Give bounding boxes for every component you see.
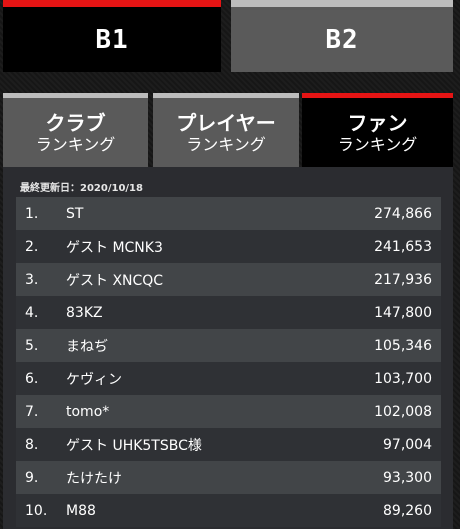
rank-number: 6. (25, 370, 39, 387)
score-value: 89,260 (383, 502, 432, 519)
tab-fan-subtitle: ランキング (337, 134, 418, 154)
player-name: 83KZ (66, 304, 103, 321)
table-row: 8. ゲスト UHK5TSBC様 97,004 (16, 428, 441, 461)
table-row: 7. tomo* 102,008 (16, 395, 441, 428)
score-value: 274,866 (374, 205, 432, 222)
player-name: ST (66, 205, 84, 222)
score-value: 147,800 (374, 304, 432, 321)
rank-number: 8. (25, 436, 39, 453)
tab-club-subtitle: ランキング (35, 134, 116, 154)
player-name: tomo* (66, 403, 110, 420)
score-value: 93,300 (383, 469, 432, 486)
tab-player-title: プレイヤー (176, 110, 276, 135)
rank-number: 4. (25, 304, 39, 321)
tab-club-ranking[interactable]: クラブ ランキング (3, 93, 148, 167)
player-name: M88 (66, 502, 96, 519)
tab-player-subtitle: ランキング (186, 134, 266, 154)
rank-number: 2. (25, 238, 39, 255)
table-row: 4. 83KZ 147,800 (16, 296, 441, 329)
score-value: 217,936 (374, 271, 432, 288)
table-row: 10. M88 89,260 (16, 494, 441, 527)
table-row: 2. ゲスト MCNK3 241,653 (16, 230, 441, 263)
rank-number: 3. (25, 271, 39, 288)
player-name: ゲスト XNCQC (66, 272, 164, 289)
table-row: 3. ゲスト XNCQC 217,936 (16, 263, 441, 296)
rank-number: 5. (25, 337, 39, 354)
tab-player-ranking[interactable]: プレイヤー ランキング (153, 93, 299, 167)
table-row: 9. たけたけ 93,300 (16, 461, 441, 494)
player-name: ゲスト MCNK3 (66, 239, 163, 256)
last-updated-text: 最終更新日：2020/10/18 (20, 183, 143, 194)
tab-fan-ranking[interactable]: ファン ランキング (302, 93, 453, 167)
division-tab-b2-label: B2 (325, 24, 359, 55)
table-row: 5. まねぢ 105,346 (16, 329, 441, 362)
player-name: ケヴィン (66, 371, 122, 388)
score-value: 105,346 (374, 337, 432, 354)
division-tab-b1-label: B1 (95, 24, 129, 55)
ranking-panel: 最終更新日：2020/10/18 1. ST 274,866 2. ゲスト MC… (3, 167, 453, 529)
tab-fan-title: ファン (347, 110, 408, 135)
score-value: 103,700 (374, 370, 432, 387)
rank-number: 10. (25, 502, 48, 519)
player-name: ゲスト UHK5TSBC様 (66, 437, 202, 454)
rank-number: 7. (25, 403, 39, 420)
player-name: たけたけ (66, 470, 122, 487)
division-tab-b1[interactable]: B1 (3, 0, 221, 72)
rank-number: 1. (25, 205, 39, 222)
division-tab-b2[interactable]: B2 (231, 0, 453, 72)
score-value: 241,653 (374, 238, 432, 255)
table-row: 1. ST 274,866 (16, 197, 441, 230)
table-row: 6. ケヴィン 103,700 (16, 362, 441, 395)
rank-number: 9. (25, 469, 39, 486)
ranking-list: 1. ST 274,866 2. ゲスト MCNK3 241,653 3. ゲス… (16, 197, 441, 527)
score-value: 102,008 (374, 403, 432, 420)
tab-club-title: クラブ (45, 110, 106, 135)
score-value: 97,004 (383, 436, 432, 453)
ranking-page: B1 B2 クラブ ランキング プレイヤー ランキング ファン ランキング 最終… (0, 0, 460, 529)
player-name: まねぢ (66, 338, 108, 355)
